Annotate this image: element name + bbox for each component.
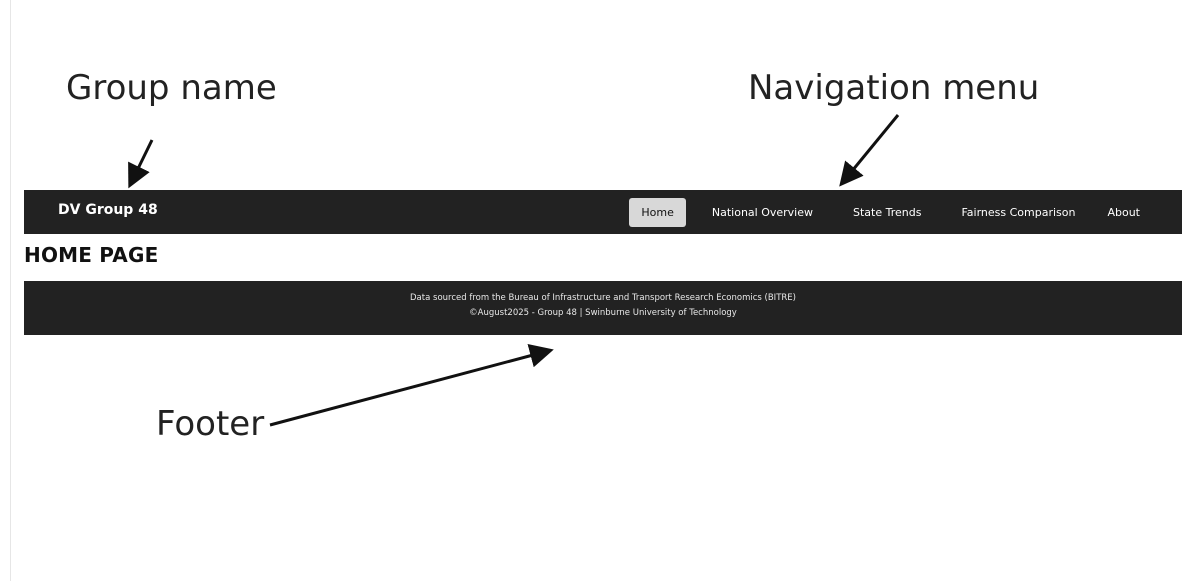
arrow-to-navigation-menu bbox=[839, 114, 900, 187]
arrow-to-group-name bbox=[128, 139, 154, 189]
annotation-arrows bbox=[128, 114, 900, 427]
arrow-to-footer bbox=[269, 344, 554, 427]
